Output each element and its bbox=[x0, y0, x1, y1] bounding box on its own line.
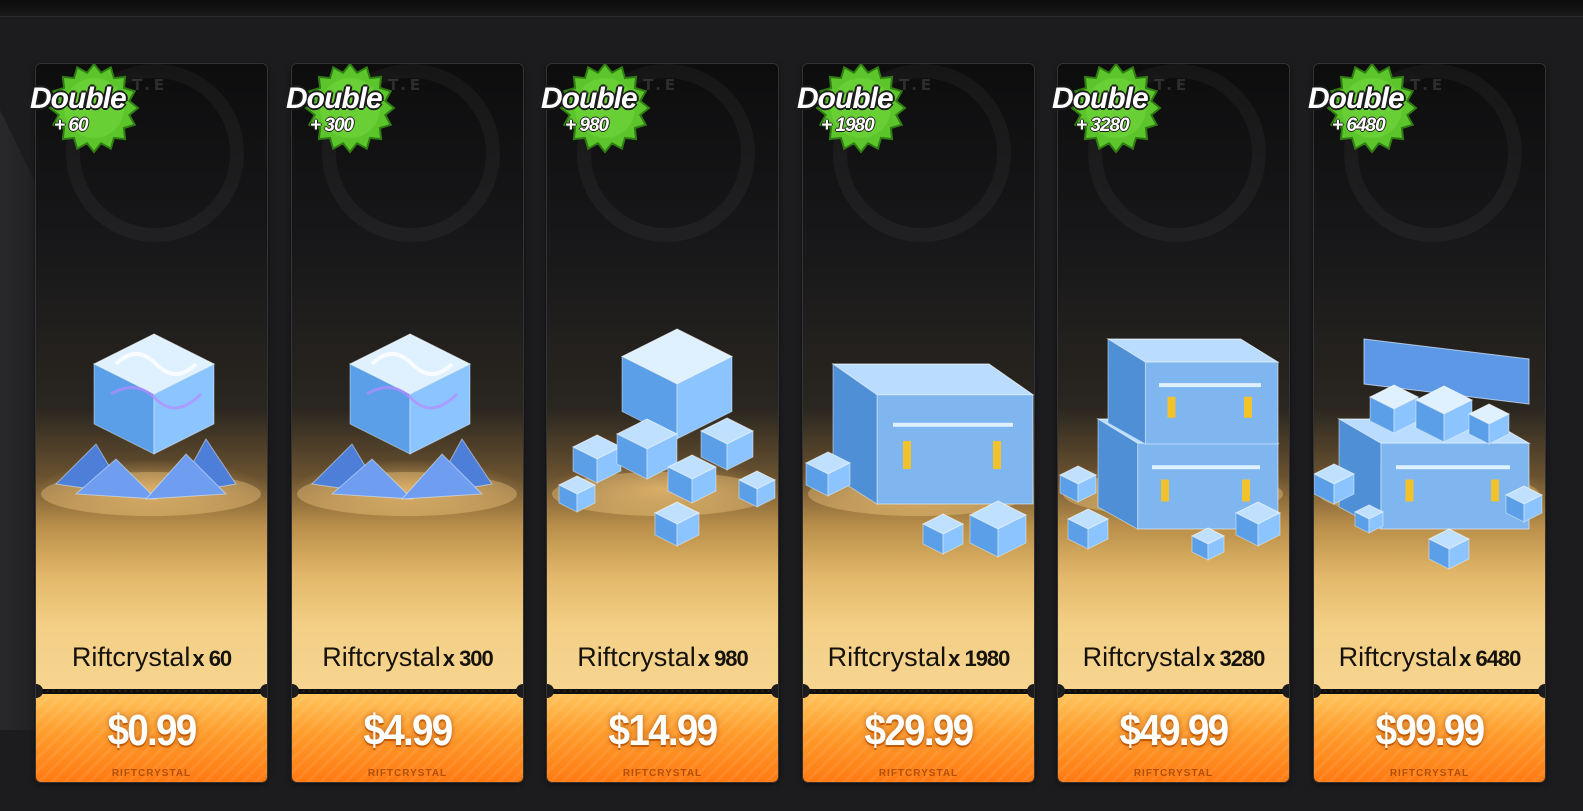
dotted-divider bbox=[36, 689, 267, 693]
dotted-divider bbox=[292, 689, 523, 693]
price-label: $99.99 bbox=[1375, 706, 1486, 755]
dotted-divider bbox=[1314, 689, 1545, 693]
badge-title: Double bbox=[797, 82, 894, 115]
double-bonus-badge: Double + 300 bbox=[286, 64, 426, 154]
badge-title: Double bbox=[286, 82, 383, 115]
dotted-divider bbox=[547, 689, 778, 693]
ticket-notch bbox=[1282, 684, 1289, 698]
product-card[interactable]: N.T.E Riftcrystalx 3280 $49.99 RIFTCRYSTAL bbox=[1058, 64, 1289, 782]
double-bonus-badge: Double + 1980 bbox=[797, 64, 937, 154]
crystal-cluster-icon bbox=[36, 244, 267, 574]
badge-bonus-amount: + 3280 bbox=[1076, 115, 1130, 136]
price-label: $29.99 bbox=[864, 706, 975, 755]
price-label: $49.99 bbox=[1119, 706, 1230, 755]
ticket-notch bbox=[516, 684, 523, 698]
buy-button[interactable]: $99.99 RIFTCRYSTAL bbox=[1314, 694, 1545, 782]
price-label: $0.99 bbox=[107, 706, 197, 755]
product-name: Riftcrystalx 3280 bbox=[1058, 642, 1289, 673]
badge-bonus-amount: + 300 bbox=[310, 115, 354, 136]
crystal-cluster-icon bbox=[292, 244, 523, 574]
price-label: $4.99 bbox=[363, 706, 453, 755]
product-grid: N.T.E Riftcrystalx 60 $0.99 RIFTCRYSTAL Doub… bbox=[0, 0, 1583, 811]
ticket-notch bbox=[1027, 684, 1034, 698]
product-card[interactable]: N.T.E Riftcrystalx 1980 $29.99 RIFTCRYSTAL bbox=[803, 64, 1034, 782]
dotted-divider bbox=[1058, 689, 1289, 693]
product-name: Riftcrystalx 300 bbox=[292, 642, 523, 673]
dotted-divider bbox=[803, 689, 1034, 693]
product-quantity: x 300 bbox=[442, 646, 494, 671]
price-subtext: RIFTCRYSTAL bbox=[1389, 768, 1470, 779]
badge-title: Double bbox=[1308, 82, 1405, 115]
double-bonus-badge: Double + 3280 bbox=[1052, 64, 1192, 154]
double-bonus-badge: Double + 60 bbox=[30, 64, 170, 154]
crystal-crate-icon bbox=[803, 244, 1034, 574]
product-name-label: Riftcrystal bbox=[1082, 642, 1202, 672]
product-quantity: x 1980 bbox=[948, 646, 1010, 671]
product-name: Riftcrystalx 1980 bbox=[803, 642, 1034, 673]
product-name: Riftcrystalx 60 bbox=[36, 642, 267, 673]
ticket-notch bbox=[771, 684, 778, 698]
buy-button[interactable]: $4.99 RIFTCRYSTAL bbox=[292, 694, 523, 782]
badge-bonus-amount: + 60 bbox=[54, 115, 89, 136]
product-quantity: x 60 bbox=[192, 646, 232, 671]
badge-bonus-amount: + 1980 bbox=[821, 115, 875, 136]
stacked-crates-icon bbox=[1058, 244, 1289, 574]
crystal-pile-icon bbox=[547, 244, 778, 574]
price-label: $14.99 bbox=[608, 706, 719, 755]
badge-title: Double bbox=[1052, 82, 1149, 115]
buy-button[interactable]: $0.99 RIFTCRYSTAL bbox=[36, 694, 267, 782]
badge-title: Double bbox=[541, 82, 638, 115]
product-name: Riftcrystalx 980 bbox=[547, 642, 778, 673]
price-subtext: RIFTCRYSTAL bbox=[111, 768, 192, 779]
product-quantity: x 980 bbox=[697, 646, 749, 671]
product-name: Riftcrystalx 6480 bbox=[1314, 642, 1545, 673]
ticket-notch bbox=[1538, 684, 1545, 698]
price-subtext: RIFTCRYSTAL bbox=[1133, 768, 1214, 779]
product-card[interactable]: N.T.E Riftcrystalx 980 $14.99 RIFTCRYSTAL bbox=[547, 64, 778, 782]
product-card[interactable]: N.T.E Riftcrystalx 300 $4.99 RIFTCRYSTAL bbox=[292, 64, 523, 782]
product-card[interactable]: N.T.E Riftcrystalx 60 $0.99 RIFTCRYSTAL bbox=[36, 64, 267, 782]
product-name-label: Riftcrystal bbox=[1338, 642, 1458, 672]
badge-bonus-amount: + 980 bbox=[565, 115, 609, 136]
open-chest-icon bbox=[1314, 244, 1545, 574]
price-subtext: RIFTCRYSTAL bbox=[878, 768, 959, 779]
price-subtext: RIFTCRYSTAL bbox=[367, 768, 448, 779]
product-quantity: x 3280 bbox=[1203, 646, 1265, 671]
buy-button[interactable]: $29.99 RIFTCRYSTAL bbox=[803, 694, 1034, 782]
buy-button[interactable]: $14.99 RIFTCRYSTAL bbox=[547, 694, 778, 782]
product-name-label: Riftcrystal bbox=[322, 642, 441, 672]
badge-bonus-amount: + 6480 bbox=[1332, 115, 1386, 136]
product-name-label: Riftcrystal bbox=[71, 642, 191, 672]
buy-button[interactable]: $49.99 RIFTCRYSTAL bbox=[1058, 694, 1289, 782]
double-bonus-badge: Double + 980 bbox=[541, 64, 681, 154]
double-bonus-badge: Double + 6480 bbox=[1308, 64, 1448, 154]
price-subtext: RIFTCRYSTAL bbox=[622, 768, 703, 779]
badge-title: Double bbox=[30, 82, 127, 115]
product-card[interactable]: N.T.E Riftcrystalx 6480 $99.99 RIFTCRYSTAL bbox=[1314, 64, 1545, 782]
product-name-label: Riftcrystal bbox=[827, 642, 947, 672]
ticket-notch bbox=[260, 684, 267, 698]
product-quantity: x 6480 bbox=[1459, 646, 1521, 671]
product-name-label: Riftcrystal bbox=[577, 642, 696, 672]
